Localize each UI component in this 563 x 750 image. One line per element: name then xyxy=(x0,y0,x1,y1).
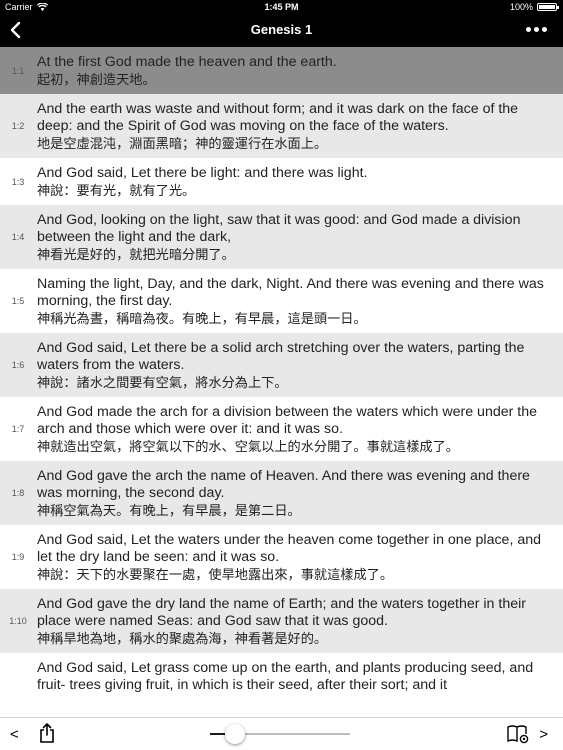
book-settings-icon[interactable] xyxy=(506,724,530,744)
verse-chinese: 地是空虛混沌，淵面黑暗；神的靈運行在水面上。 xyxy=(37,136,328,151)
verse-chinese: 神稱旱地為地，稱水的聚處為海，神看著是好的。 xyxy=(37,631,328,646)
verse-chinese: 起初，神創造天地。 xyxy=(37,72,156,87)
verse-row[interactable]: And God said, Let grass come up on the e… xyxy=(0,653,563,700)
next-chapter-button[interactable]: > xyxy=(539,726,548,743)
verse-english: And God said, Let the waters under the h… xyxy=(37,532,541,565)
verse-chinese: 神稱光為晝，稱暗為夜。有晚上，有早晨，這是頭一日。 xyxy=(37,311,367,326)
verse-number: 1:10 xyxy=(9,616,27,626)
verse-english: And God made the arch for a division bet… xyxy=(37,404,537,437)
verse-number: 1:2 xyxy=(11,121,25,131)
verse-row[interactable]: 1:10 And God gave the dry land the name … xyxy=(0,589,563,653)
verse-number xyxy=(0,653,36,700)
more-options-icon[interactable] xyxy=(526,27,547,32)
verse-english: And God said, Let there be light: and th… xyxy=(37,165,368,181)
verse-chinese: 神說：諸水之間要有空氣，將水分為上下。 xyxy=(37,375,288,390)
verse-row[interactable]: 1:6 And God said, Let there be a solid a… xyxy=(0,333,563,397)
verse-number: 1:6 xyxy=(11,360,25,370)
verse-english: And God gave the dry land the name of Ea… xyxy=(37,596,526,629)
navigation-bar: Genesis 1 xyxy=(0,14,563,47)
verse-chinese: 神稱空氣為天。有晚上，有早晨，是第二日。 xyxy=(37,503,301,518)
verse-row[interactable]: 1:3 And God said, Let there be light: an… xyxy=(0,158,563,205)
verse-row[interactable]: 1:1 At the first God made the heaven and… xyxy=(0,47,563,94)
verse-number: 1:4 xyxy=(11,232,25,242)
verse-list[interactable]: 1:1 At the first God made the heaven and… xyxy=(0,47,563,717)
verse-number: 1:1 xyxy=(11,65,25,76)
status-bar: Carrier 1:45 PM 100% xyxy=(0,0,563,14)
share-icon[interactable] xyxy=(38,723,56,743)
verse-english: And God, looking on the light, saw that … xyxy=(37,212,521,245)
verse-english: And God gave the arch the name of Heaven… xyxy=(37,468,530,501)
verse-english: And God said, Let grass come up on the e… xyxy=(37,660,534,693)
verse-chinese: 神說：要有光，就有了光。 xyxy=(37,183,196,198)
verse-english: Naming the light, Day, and the dark, Nig… xyxy=(37,276,544,309)
verse-row[interactable]: 1:7 And God made the arch for a division… xyxy=(0,397,563,461)
verse-row[interactable]: 1:9 And God said, Let the waters under t… xyxy=(0,525,563,589)
verse-row[interactable]: 1:5 Naming the light, Day, and the dark,… xyxy=(0,269,563,333)
slider-thumb[interactable] xyxy=(225,724,246,744)
verse-number: 1:3 xyxy=(11,176,25,187)
battery-icon xyxy=(537,3,559,11)
bottom-toolbar: < > xyxy=(0,717,563,750)
verse-chinese: 神就造出空氣，將空氣以下的水、空氣以上的水分開了。事就這樣成了。 xyxy=(37,439,459,454)
verse-number: 1:5 xyxy=(11,296,25,306)
verse-number: 1:9 xyxy=(11,552,25,562)
verse-number: 1:8 xyxy=(11,488,25,498)
verse-chinese: 神看光是好的，就把光暗分開了。 xyxy=(37,247,235,262)
verse-row[interactable]: 1:4 And God, looking on the light, saw t… xyxy=(0,205,563,269)
verse-english: And God said, Let there be a solid arch … xyxy=(37,340,525,373)
verse-chinese: 神說：天下的水要聚在一處，使旱地露出來，事就這樣成了。 xyxy=(37,567,394,582)
chapter-slider[interactable] xyxy=(210,724,350,744)
verse-number: 1:7 xyxy=(11,424,25,434)
page-title: Genesis 1 xyxy=(250,22,313,37)
previous-chapter-button[interactable]: < xyxy=(10,726,19,743)
clock: 1:45 PM xyxy=(264,2,299,12)
battery-percent: 100% xyxy=(509,2,533,12)
verse-english: And the earth was waste and without form… xyxy=(37,101,519,134)
verse-row[interactable]: 1:8 And God gave the arch the name of He… xyxy=(0,461,563,525)
verse-row[interactable]: 1:2 And the earth was waste and without … xyxy=(0,94,563,158)
verse-english: At the first God made the heaven and the… xyxy=(37,54,337,70)
